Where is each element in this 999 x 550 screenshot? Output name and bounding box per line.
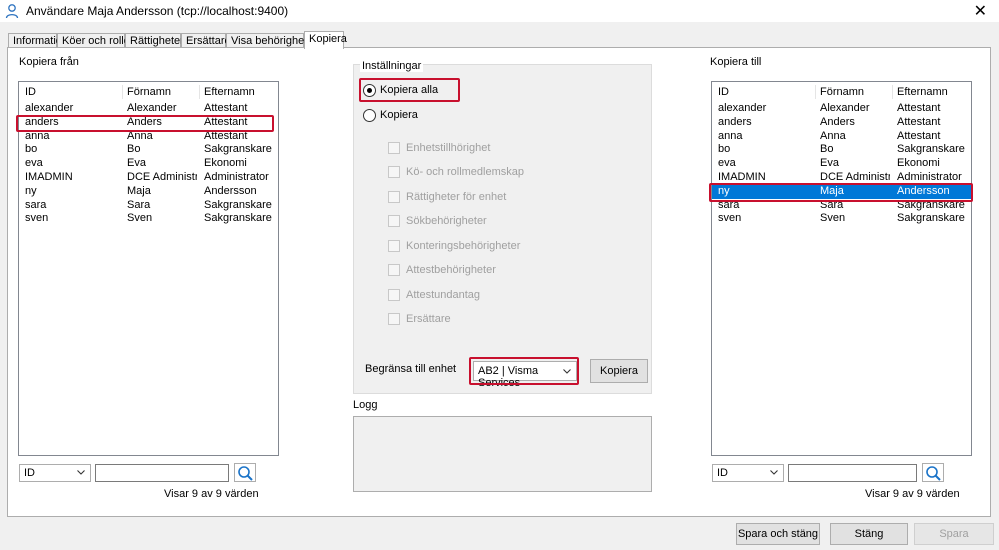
copy-to-search-button[interactable]	[922, 463, 944, 482]
table-row[interactable]: anna Anna Attestant	[19, 130, 278, 144]
table-row[interactable]: sara Sara Sakgranskare	[19, 199, 278, 213]
search-icon	[926, 466, 941, 481]
save-button[interactable]: Spara	[914, 523, 994, 545]
chevron-down-icon	[770, 470, 778, 475]
table-row[interactable]: anders Anders Attestant	[19, 116, 278, 130]
copy-button[interactable]: Kopiera	[590, 359, 648, 383]
chevron-down-icon	[563, 369, 571, 374]
table-row[interactable]: alexander Alexander Attestant	[19, 102, 278, 116]
copy-from-filter-select[interactable]: ID	[19, 464, 91, 482]
copy-from-label: Kopiera från	[19, 56, 79, 68]
column-header-lastname[interactable]: Efternamn	[204, 86, 255, 98]
copy-from-count: Visar 9 av 9 värden	[164, 488, 259, 500]
user-icon	[5, 4, 19, 19]
column-header-id[interactable]: ID	[718, 86, 729, 98]
title-bar: Användare Maja Andersson (tcp://localhos…	[0, 0, 999, 22]
copy-to-search-input[interactable]	[788, 464, 917, 482]
column-header-firstname[interactable]: Förnamn	[127, 86, 171, 98]
copy-to-filter-select[interactable]: ID	[712, 464, 784, 482]
column-header-firstname[interactable]: Förnamn	[820, 86, 864, 98]
table-row[interactable]: sven Sven Sakgranskare	[19, 212, 278, 226]
close-button[interactable]: Stäng	[830, 523, 908, 545]
table-row[interactable]: eva Eva Ekonomi	[19, 157, 278, 171]
chevron-down-icon	[77, 470, 85, 475]
log-output	[353, 416, 652, 492]
tab-copy[interactable]: Kopiera	[304, 31, 347, 49]
list-header: ID Förnamn Efternamn	[19, 82, 278, 102]
table-row[interactable]: IMADMINDCE Administra...Administrator	[19, 171, 278, 185]
table-row[interactable]: sven Sven Sakgranskare	[712, 212, 971, 226]
copy-to-list[interactable]: ID Förnamn Efternamn alexander Alexander A…	[711, 81, 972, 456]
log-label: Logg	[353, 399, 378, 411]
table-row[interactable]: anna Anna Attestant	[712, 130, 971, 144]
tab-rights[interactable]: Rättigheter	[125, 33, 184, 48]
table-row[interactable]: alexander Alexander Attestant	[712, 102, 971, 116]
tab-information[interactable]: Information	[8, 33, 68, 48]
table-row[interactable]: ny Maja Andersson	[19, 185, 278, 199]
table-row[interactable]: bo Bo Sakgranskare	[19, 143, 278, 157]
column-header-id[interactable]: ID	[25, 86, 36, 98]
copy-to-count: Visar 9 av 9 värden	[865, 488, 960, 500]
window-title: Användare Maja Andersson (tcp://localhos…	[26, 4, 289, 18]
limit-unit-label: Begränsa till enhet	[365, 363, 457, 375]
copy-to-label: Kopiera till	[710, 56, 762, 68]
column-header-lastname[interactable]: Efternamn	[897, 86, 948, 98]
copy-from-search-button[interactable]	[234, 463, 256, 482]
close-window-button[interactable]: ✕	[974, 1, 987, 21]
copy-from-search-input[interactable]	[95, 464, 229, 482]
list-header: ID Förnamn Efternamn	[712, 82, 971, 102]
search-icon	[238, 466, 253, 481]
table-row-selected[interactable]: ny Maja Andersson	[712, 184, 971, 199]
table-row[interactable]: anders Anders Attestant	[712, 116, 971, 130]
tab-queues-roles[interactable]: Köer och roller	[57, 33, 134, 48]
limit-unit-select[interactable]: AB2 | Visma Services	[473, 361, 577, 389]
table-row[interactable]: eva Eva Ekonomi	[712, 157, 971, 171]
table-row[interactable]: sara Sara Sakgranskare	[712, 199, 971, 213]
tab-substitutes[interactable]: Ersättare	[181, 33, 231, 48]
tab-view-permissions[interactable]: Visa behörigheter	[226, 33, 317, 48]
settings-label: Inställningar	[360, 60, 424, 72]
copy-from-list[interactable]: ID Förnamn Efternamn alexander Alexander A…	[18, 81, 279, 456]
table-row[interactable]: IMADMINDCE Administra...Administrator	[712, 171, 971, 185]
save-and-close-button[interactable]: Spara och stäng	[736, 523, 820, 545]
table-row[interactable]: bo Bo Sakgranskare	[712, 143, 971, 157]
